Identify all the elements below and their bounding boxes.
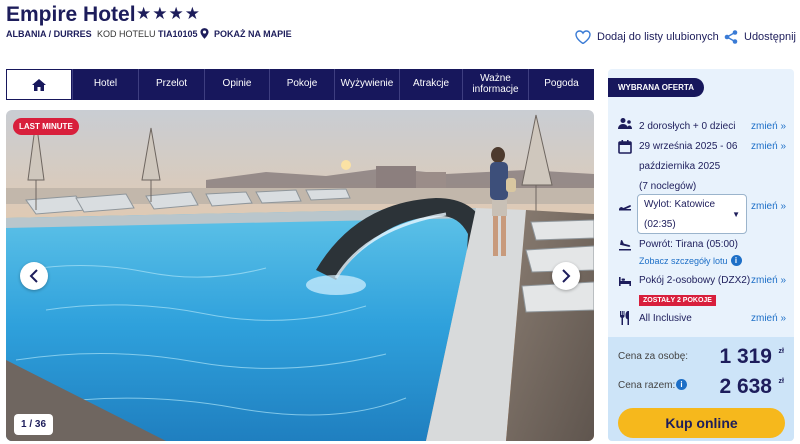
return-row: Powrót: Tirana (05:00)	[618, 235, 788, 255]
price-per-person-currency: zł	[778, 348, 784, 355]
gallery-counter: 1 / 36	[14, 414, 54, 435]
photo-gallery: LAST MINUTE 1 / 36	[6, 110, 594, 441]
bed-icon	[619, 277, 631, 286]
room-row: Pokój 2-osobowy (DZX2) zmień »	[618, 271, 788, 291]
room-text: Pokój 2-osobowy (DZX2)	[639, 275, 751, 286]
board-text: All Inclusive	[639, 313, 692, 324]
price-total-label: Cena razem:	[618, 380, 676, 391]
departure-select-line2: (02:35)	[644, 219, 676, 230]
dates-line1: 29 września 2025 - 06	[639, 141, 738, 152]
change-departure-link[interactable]: zmień »	[751, 197, 786, 217]
map-pin-icon	[200, 28, 209, 39]
change-dates-link[interactable]: zmień »	[751, 137, 786, 157]
tab-atrakcje[interactable]: Atrakcje	[399, 69, 462, 100]
price-info-icon[interactable]: i	[676, 379, 687, 390]
tab-przelot[interactable]: Przelot	[138, 69, 204, 100]
share-button[interactable]: Udostępnij	[724, 30, 796, 44]
heart-icon	[575, 30, 591, 44]
share-label: Udostępnij	[744, 31, 796, 43]
hotel-location: ALBANIA / DURRES	[6, 29, 92, 39]
people-icon	[618, 118, 632, 129]
price-box: Cena za osobę: 1 319 zł Cena razem: i 2 …	[608, 337, 794, 441]
buy-online-button[interactable]: Kup online	[618, 408, 785, 438]
rooms-left-badge: ZOSTAŁY 2 POKOJE	[639, 295, 716, 306]
tab-hotel[interactable]: Hotel	[72, 69, 138, 100]
selected-offer-title: WYBRANA OFERTA	[608, 78, 704, 97]
change-travelers-link[interactable]: zmień »	[751, 117, 786, 137]
hotel-name: Empire Hotel	[6, 3, 136, 26]
chevron-left-icon	[29, 269, 38, 283]
return-text: Powrót: Tirana (05:00)	[639, 239, 738, 250]
tab-opinie[interactable]: Opinie	[204, 69, 269, 100]
change-board-link[interactable]: zmień »	[751, 309, 786, 329]
dates-line2: października 2025	[639, 161, 721, 172]
tab-home[interactable]	[6, 69, 72, 100]
hotel-code-value: TIA10105	[158, 29, 198, 39]
hotel-stars: ★★★★	[136, 4, 201, 23]
show-on-map-label: POKAŻ NA MAPIE	[214, 28, 292, 39]
flight-details-link[interactable]: Zobacz szczegóły lotu i	[639, 255, 742, 266]
gallery-photo	[6, 110, 594, 441]
hotel-nav: Hotel Przelot Opinie Pokoje Wyżywienie A…	[6, 69, 594, 100]
plane-departure-icon	[619, 205, 632, 211]
share-icon	[724, 30, 738, 44]
chevron-right-icon	[562, 269, 571, 283]
tab-pogoda[interactable]: Pogoda	[528, 69, 594, 100]
caret-down-icon: ▼	[732, 210, 740, 219]
plane-arrival-icon	[619, 240, 631, 251]
add-to-favorites-label: Dodaj do listy ulubionych	[597, 31, 719, 43]
last-minute-badge: LAST MINUTE	[13, 118, 79, 135]
departure-select-line1: Wylot: Katowice	[644, 199, 716, 210]
board-row: All Inclusive zmień »	[618, 309, 788, 329]
cutlery-icon	[620, 311, 629, 325]
price-per-person-label: Cena za osobę:	[618, 351, 689, 362]
home-icon	[32, 78, 46, 91]
price-total: 2 638	[719, 375, 772, 398]
travelers-row: 2 dorosłych + 0 dzieci zmień »	[618, 117, 788, 137]
show-on-map-link[interactable]: POKAŻ NA MAPIE	[200, 28, 292, 39]
hotel-code-label: KOD HOTELU	[97, 29, 156, 39]
gallery-next-button[interactable]	[552, 262, 580, 290]
flight-details-label: Zobacz szczegóły lotu	[639, 255, 728, 266]
tab-wazne-informacje[interactable]: Ważne informacje	[462, 69, 528, 100]
dates-row: 29 września 2025 - 06 października 2025 …	[618, 137, 788, 197]
tab-pokoje[interactable]: Pokoje	[269, 69, 334, 100]
hotel-code: KOD HOTELU TIA10105	[97, 29, 198, 39]
change-room-link[interactable]: zmień »	[751, 271, 786, 291]
price-total-currency: zł	[778, 378, 784, 385]
price-per-person: 1 319	[719, 345, 772, 368]
departure-select[interactable]: Wylot: Katowice (02:35) ▼	[637, 194, 747, 234]
calendar-icon	[618, 140, 632, 154]
info-icon: i	[730, 255, 742, 266]
add-to-favorites-button[interactable]: Dodaj do listy ulubionych	[575, 30, 719, 44]
gallery-prev-button[interactable]	[20, 262, 48, 290]
tab-wyzywienie[interactable]: Wyżywienie	[334, 69, 399, 100]
travelers-text: 2 dorosłych + 0 dzieci	[639, 121, 736, 132]
offer-sidebar: WYBRANA OFERTA 2 dorosłych + 0 dzieci zm…	[608, 69, 794, 441]
